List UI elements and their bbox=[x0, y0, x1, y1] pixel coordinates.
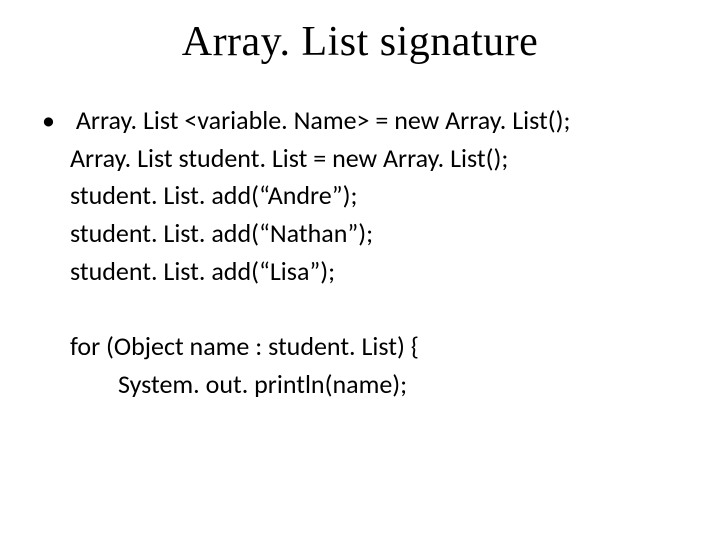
code-line: student. List. add(“Nathan”); bbox=[70, 215, 680, 253]
bullet-item: • Array. List <variable. Name> = new Arr… bbox=[40, 102, 680, 404]
slide: Array. List signature • Array. List <var… bbox=[0, 0, 720, 540]
slide-body: • Array. List <variable. Name> = new Arr… bbox=[40, 102, 680, 404]
code-line: for (Object name : student. List) { bbox=[70, 328, 680, 366]
code-line: student. List. add(“Andre”); bbox=[70, 177, 680, 215]
bullet-content: Array. List <variable. Name> = new Array… bbox=[70, 102, 680, 404]
code-line: Array. List <variable. Name> = new Array… bbox=[70, 102, 680, 140]
code-line: student. List. add(“Lisa”); bbox=[70, 253, 680, 291]
slide-title: Array. List signature bbox=[40, 18, 680, 66]
code-line: System. out. println(name); bbox=[70, 366, 680, 404]
bullet-glyph: • bbox=[40, 102, 70, 140]
code-line: Array. List student. List = new Array. L… bbox=[70, 140, 680, 178]
blank-line bbox=[70, 290, 680, 328]
